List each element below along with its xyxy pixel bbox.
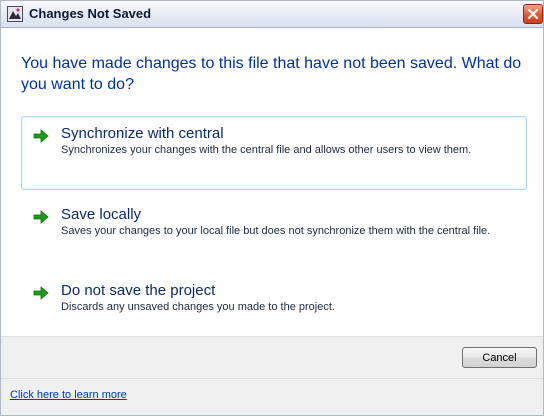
synchronize-with-central-option[interactable]: Synchronize with central Synchronizes yo… (21, 116, 527, 190)
save-locally-option[interactable]: Save locally Saves your changes to your … (21, 197, 527, 267)
app-icon (7, 6, 23, 22)
green-arrow-icon (33, 210, 49, 224)
close-icon (527, 8, 539, 20)
option-title: Synchronize with central (61, 125, 224, 142)
close-button[interactable] (523, 4, 543, 24)
main-instruction: You have made changes to this file that … (21, 55, 522, 93)
green-arrow-icon (33, 286, 49, 300)
button-strip: Cancel (1, 336, 543, 378)
footer: Click here to learn more (1, 378, 543, 415)
option-title: Save locally (61, 206, 142, 223)
do-not-save-option[interactable]: Do not save the project Discards any uns… (21, 273, 527, 323)
option-description: Discards any unsaved changes you made to… (61, 301, 335, 313)
green-arrow-icon (33, 129, 49, 143)
window-title: Changes Not Saved (29, 6, 152, 21)
cancel-button[interactable]: Cancel (462, 347, 537, 368)
option-description: Saves your changes to your local file bu… (61, 225, 491, 237)
option-title: Do not save the project (61, 282, 216, 299)
learn-more-link[interactable]: Click here to learn more (10, 389, 127, 401)
title-bar[interactable]: Changes Not Saved (1, 1, 543, 28)
dialog-window: Changes Not Saved You have made changes … (0, 0, 544, 416)
option-description: Synchronizes your changes with the centr… (61, 144, 472, 156)
